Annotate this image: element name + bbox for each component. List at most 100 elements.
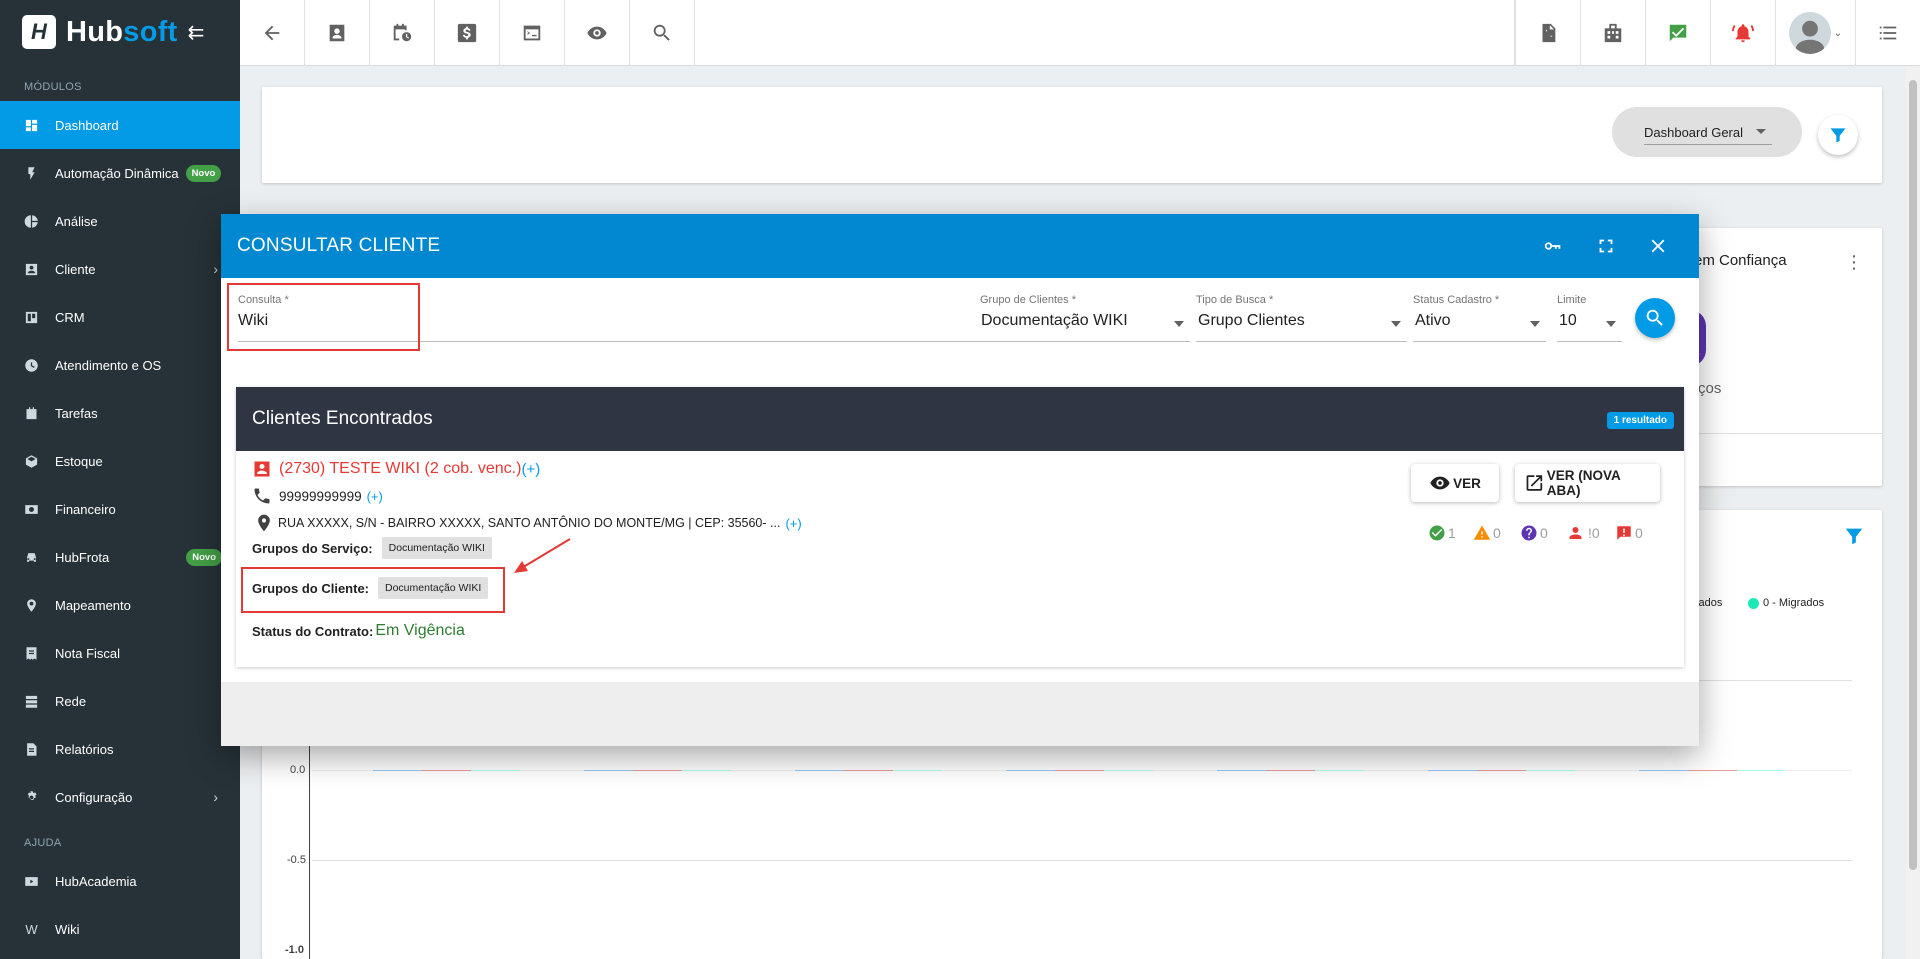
building-button[interactable] (1580, 0, 1645, 66)
ver-button-label: VER (1453, 475, 1481, 491)
warning-icon (1473, 525, 1491, 540)
field-underline (979, 341, 1190, 342)
automation-icon (24, 166, 39, 181)
pdf-icon (1542, 23, 1556, 43)
sidebar-item-hubfrota[interactable]: HubFrota Novo (0, 533, 240, 581)
pdf-button[interactable] (1515, 0, 1580, 66)
contacts-button[interactable] (305, 0, 370, 66)
more-vert-icon[interactable]: ⋮ (1845, 252, 1863, 273)
sidebar-item-mapeamento[interactable]: Mapeamento (0, 581, 240, 629)
series-zero-line (1217, 770, 1266, 771)
server-icon (24, 694, 39, 709)
sidebar-item-automacao[interactable]: Automação Dinâmica Novo (0, 149, 240, 197)
client-phone-plus[interactable]: (+) (367, 489, 383, 504)
tipo-busca-value: Grupo Clientes (1198, 312, 1305, 329)
messages-button[interactable] (1645, 0, 1710, 66)
fullscreen-icon[interactable] (1594, 234, 1618, 258)
topbar-spacer (695, 0, 1515, 65)
close-icon[interactable] (1646, 234, 1670, 258)
avatar (1788, 12, 1831, 54)
ver-button[interactable]: VER (1411, 464, 1499, 502)
series-zero-line (1526, 770, 1575, 771)
series-zero-line (682, 770, 731, 771)
sidebar-item-cliente[interactable]: Cliente › (0, 245, 240, 293)
notifications-button[interactable] (1710, 0, 1775, 66)
menu-collapse-icon[interactable]: ⇇ (188, 20, 205, 45)
gear-icon (24, 790, 39, 805)
dashboard-selector[interactable]: Dashboard Geral (1612, 107, 1802, 157)
status-cadastro-field[interactable]: Status Cadastro * Ativo (1413, 294, 1546, 342)
schedule-button[interactable] (370, 0, 435, 66)
sidebar-item-wiki[interactable]: W Wiki (0, 905, 240, 953)
search-button[interactable] (630, 0, 695, 66)
location-pin-icon (254, 513, 274, 533)
client-address: RUA XXXXX, S/N - BAIRRO XXXXX, SANTO ANT… (278, 516, 781, 530)
sidebar-item-analise[interactable]: Análise (0, 197, 240, 245)
caret-down-icon (1756, 129, 1766, 134)
sidebar-item-rede[interactable]: Rede (0, 677, 240, 725)
section-label-help: AJUDA (24, 837, 62, 849)
search-submit-button[interactable] (1635, 298, 1675, 338)
results-title: Clientes Encontrados (252, 408, 433, 429)
ver-nova-aba-button[interactable]: VER (NOVA ABA) (1515, 464, 1660, 502)
limite-field[interactable]: Limite 10 (1557, 294, 1622, 342)
sidebar-item-label: Dashboard (55, 117, 119, 133)
car-icon (24, 550, 39, 565)
sidebar-item-nota-fiscal[interactable]: Nota Fiscal (0, 629, 240, 677)
client-name-plus[interactable]: (+) (521, 461, 540, 478)
arrow-left-icon (264, 25, 280, 41)
view-button[interactable] (565, 0, 630, 66)
contract-status-label: Status do Contrato: (252, 623, 374, 639)
series-zero-line (893, 770, 942, 771)
chevron-down-icon: ⌄ (1833, 27, 1843, 39)
sidebar-item-tarefas[interactable]: Tarefas (0, 389, 240, 437)
sidebar-item-dashboard[interactable]: Dashboard (0, 101, 240, 149)
series-zero-line (422, 770, 471, 771)
series-zero-line (1428, 770, 1477, 771)
sidebar-item-relatorios[interactable]: Relatórios (0, 725, 240, 773)
field-underline (1413, 341, 1546, 342)
client-phone: 99999999999 (279, 488, 362, 504)
sidebar-item-crm[interactable]: CRM (0, 293, 240, 341)
series-zero-line (471, 770, 520, 771)
sidebar-item-configuracao[interactable]: Configuração › (0, 773, 240, 821)
status-cadastro-value: Ativo (1415, 312, 1451, 329)
ver-nova-aba-label: VER (NOVA ABA) (1546, 468, 1621, 498)
client-address-plus[interactable]: (+) (785, 516, 801, 531)
contact-card-icon (329, 24, 345, 42)
list-menu-button[interactable] (1855, 0, 1920, 66)
sidebar-item-atendimento[interactable]: Atendimento e OS (0, 341, 240, 389)
back-button[interactable] (240, 0, 305, 66)
user-silhouette-icon (1795, 20, 1825, 54)
bell-alert-icon (1732, 24, 1754, 43)
brand[interactable]: H Hubsoft ⇇ (0, 0, 240, 64)
help-circle-icon (1521, 525, 1537, 541)
client-name-row[interactable]: (2730) TESTE WIKI (2 cob. venc.) (+) (252, 459, 540, 479)
user-menu[interactable]: ⌄ (1775, 0, 1855, 66)
phone-icon (252, 486, 272, 506)
selector-underline (1644, 144, 1772, 145)
sidebar-item-hubacademia[interactable]: HubAcademia (0, 857, 240, 905)
sidebar-item-label: Nota Fiscal (55, 645, 121, 661)
series-zero-line (1639, 770, 1688, 771)
service-group-chip: Documentação WIKI (381, 537, 492, 559)
sidebar-item-financeiro[interactable]: Financeiro (0, 485, 240, 533)
caret-down-icon (1530, 321, 1540, 327)
list-icon (1879, 26, 1897, 40)
terminal-button[interactable] (500, 0, 565, 66)
sidebar-item-estoque[interactable]: Estoque (0, 437, 240, 485)
tasks-icon (24, 406, 39, 421)
brand-name: Hubsoft (66, 15, 178, 48)
key-icon[interactable] (1541, 234, 1565, 258)
modal-footer (221, 682, 1699, 746)
field-underline (1557, 341, 1622, 342)
filter-button[interactable] (1818, 115, 1858, 155)
grupo-clientes-field[interactable]: Grupo de Clientes * Documentação WIKI (979, 294, 1190, 342)
tipo-busca-field[interactable]: Tipo de Busca * Grupo Clientes (1196, 294, 1407, 342)
series-zero-line (1006, 770, 1055, 771)
page-scrollbar-thumb[interactable] (1909, 80, 1917, 870)
finance-button[interactable] (435, 0, 500, 66)
series-zero-line (1737, 770, 1786, 771)
chart-filter-icon[interactable] (1843, 525, 1865, 552)
client-name[interactable]: (2730) TESTE WIKI (2 cob. venc.) (279, 460, 521, 478)
